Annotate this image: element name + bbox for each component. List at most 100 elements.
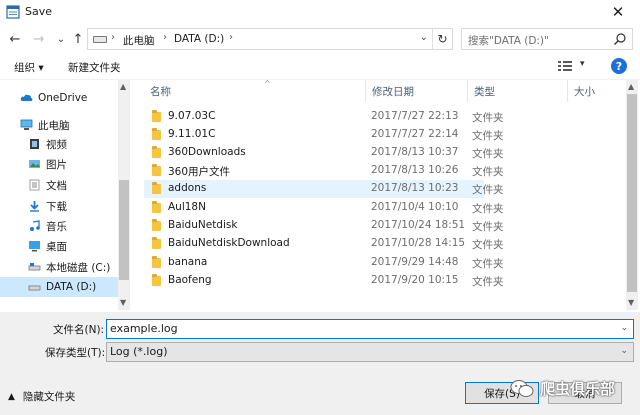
file-type: 文件夹 (472, 130, 504, 142)
file-name: BaiduNetdisk (168, 219, 238, 231)
desktop-icon (29, 241, 40, 252)
column-header-size[interactable]: 大小 (568, 80, 626, 102)
forward-button[interactable]: → (30, 29, 48, 49)
folder-icon (152, 146, 161, 158)
address-dropdown-icon[interactable]: ⌄ (420, 32, 428, 43)
column-header-date[interactable]: 修改日期 (366, 80, 468, 102)
refresh-icon: ↻ (437, 32, 448, 46)
scroll-up-icon[interactable]: ▲ (120, 82, 126, 91)
sidebar-item-this-pc[interactable]: 此电脑 (20, 115, 70, 135)
filetype-label: 保存类型(T): (45, 347, 106, 359)
search-icon (614, 33, 626, 45)
file-name: banana (168, 256, 208, 268)
table-row[interactable]: BaiduNetdisk 2017/10/24 18:51 文件夹 (144, 217, 504, 235)
hide-folders-toggle[interactable]: ▲ 隐藏文件夹 (8, 389, 75, 404)
sidebar-item-local-disk-c[interactable]: 本地磁盘 (C:) (28, 257, 110, 277)
computer-icon (20, 119, 33, 130)
table-row[interactable]: BaiduNetdiskDownload 2017/10/28 14:15 文件… (144, 235, 504, 253)
file-type: 文件夹 (472, 112, 504, 124)
sidebar-item-label: 下载 (46, 200, 67, 213)
search-input[interactable]: 搜索"DATA (D:)" (461, 28, 633, 50)
table-row[interactable]: Aul18N 2017/10/4 10:10 文件夹 (144, 199, 504, 217)
sidebar-item-downloads[interactable]: 下载 (28, 196, 67, 216)
watermark: 爬虫俱乐部 (510, 378, 615, 399)
breadcrumb-this-pc[interactable]: 此电脑 (123, 33, 155, 48)
table-row[interactable]: banana 2017/9/29 14:48 文件夹 (144, 254, 504, 272)
file-type: 文件夹 (472, 258, 504, 270)
folder-icon (152, 128, 161, 140)
sidebar-item-label: 视频 (46, 138, 67, 151)
address-bar[interactable]: › 此电脑 › DATA (D:) › ⌄ ↻ (87, 28, 453, 50)
filetype-select[interactable]: Log (*.log) ⌄ (106, 342, 634, 362)
table-row[interactable]: addons 2017/8/13 10:23 文件夹 (144, 180, 504, 198)
save-form: 文件名(N): example.log ⌄ 保存类型(T): Log (*.lo… (0, 312, 640, 415)
scroll-down-icon[interactable]: ▼ (120, 298, 126, 307)
breadcrumb-separator[interactable]: › (229, 32, 233, 43)
sidebar-item-data-d[interactable]: DATA (D:) (0, 277, 118, 297)
sidebar-item-music[interactable]: 音乐 (28, 216, 67, 236)
table-row[interactable]: 360Downloads 2017/8/13 10:37 文件夹 (144, 144, 504, 162)
sidebar-item-pictures[interactable]: 图片 (28, 154, 67, 174)
chevron-down-icon: ⌄ (56, 33, 66, 45)
recent-locations-button[interactable]: ⌄ (52, 29, 70, 49)
sidebar-item-label: 文档 (46, 179, 67, 192)
scroll-down-icon[interactable]: ▼ (628, 298, 634, 307)
sidebar-item-label: 音乐 (46, 220, 67, 233)
refresh-button[interactable]: ↻ (432, 29, 452, 49)
download-icon (30, 201, 39, 212)
file-date: 2017/8/13 10:37 (371, 146, 459, 158)
column-header-name[interactable]: 名称 ^ (144, 80, 366, 102)
sidebar-item-desktop[interactable]: 桌面 (28, 236, 67, 256)
sidebar-item-label: 此电脑 (38, 119, 70, 132)
drive-icon (28, 263, 41, 271)
sidebar-scrollbar[interactable]: ▲ ▼ (118, 80, 130, 310)
watermark-text: 爬虫俱乐部 (540, 380, 616, 398)
notepad-icon (6, 5, 20, 19)
filename-field[interactable]: example.log ⌄ (106, 319, 634, 339)
chevron-down-icon[interactable]: ⌄ (620, 323, 628, 333)
view-dropdown-icon[interactable]: ▾ (580, 59, 585, 69)
file-date: 2017/9/20 10:15 (371, 274, 459, 286)
column-header-label: 类型 (474, 86, 495, 98)
close-button[interactable]: ✕ (596, 0, 640, 24)
folder-icon (152, 219, 161, 231)
filename-value: example.log (110, 322, 178, 335)
music-icon (30, 220, 40, 231)
breadcrumb-data-drive[interactable]: DATA (D:) (174, 33, 224, 45)
column-header-label: 大小 (574, 86, 595, 98)
table-row[interactable]: 9.07.03C 2017/7/27 22:13 文件夹 (144, 108, 504, 126)
file-list-scrollbar[interactable]: ▲ ▼ (626, 80, 638, 310)
file-name: 360用户文件 (168, 166, 231, 178)
sidebar-item-documents[interactable]: 文档 (28, 175, 67, 195)
breadcrumb-separator[interactable]: › (163, 32, 167, 43)
table-row[interactable]: 9.11.01C 2017/7/27 22:14 文件夹 (144, 126, 504, 144)
chevron-down-icon[interactable]: ⌄ (620, 346, 628, 356)
scrollbar-thumb[interactable] (119, 180, 129, 280)
sidebar-item-videos[interactable]: 视频 (28, 134, 67, 154)
drive-icon (93, 36, 107, 43)
new-folder-button[interactable]: 新建文件夹 (68, 60, 121, 75)
sidebar-item-onedrive[interactable]: OneDrive (20, 88, 87, 108)
file-date: 2017/7/27 22:13 (371, 110, 459, 122)
help-button[interactable]: ? (611, 58, 627, 74)
back-button[interactable]: ← (6, 29, 24, 49)
video-icon (30, 139, 39, 149)
column-header-type[interactable]: 类型 (468, 80, 568, 102)
file-date: 2017/7/27 22:14 (371, 128, 459, 140)
file-name: Baofeng (168, 274, 212, 286)
organize-menu[interactable]: 组织 ▾ (14, 60, 44, 75)
table-row[interactable]: Baofeng 2017/9/20 10:15 文件夹 (144, 272, 504, 290)
file-name: addons (168, 182, 207, 194)
breadcrumb-separator[interactable]: › (111, 32, 115, 43)
up-button[interactable]: ↑ (69, 29, 87, 49)
scroll-up-icon[interactable]: ▲ (628, 82, 634, 91)
view-options-icon[interactable] (557, 59, 573, 73)
scrollbar-thumb[interactable] (627, 94, 637, 292)
filename-label: 文件名(N): (53, 324, 105, 336)
table-row[interactable]: 360用户文件 2017/8/13 10:26 文件夹 (144, 162, 504, 180)
sidebar-item-label: 图片 (46, 158, 67, 171)
file-list: 名称 ^ 修改日期 类型 大小 9.07.03C 2017/7/27 22:13… (132, 80, 626, 310)
sidebar-item-label: OneDrive (38, 92, 88, 104)
file-name: Aul18N (168, 201, 206, 213)
chevron-up-icon: ▲ (8, 391, 15, 402)
